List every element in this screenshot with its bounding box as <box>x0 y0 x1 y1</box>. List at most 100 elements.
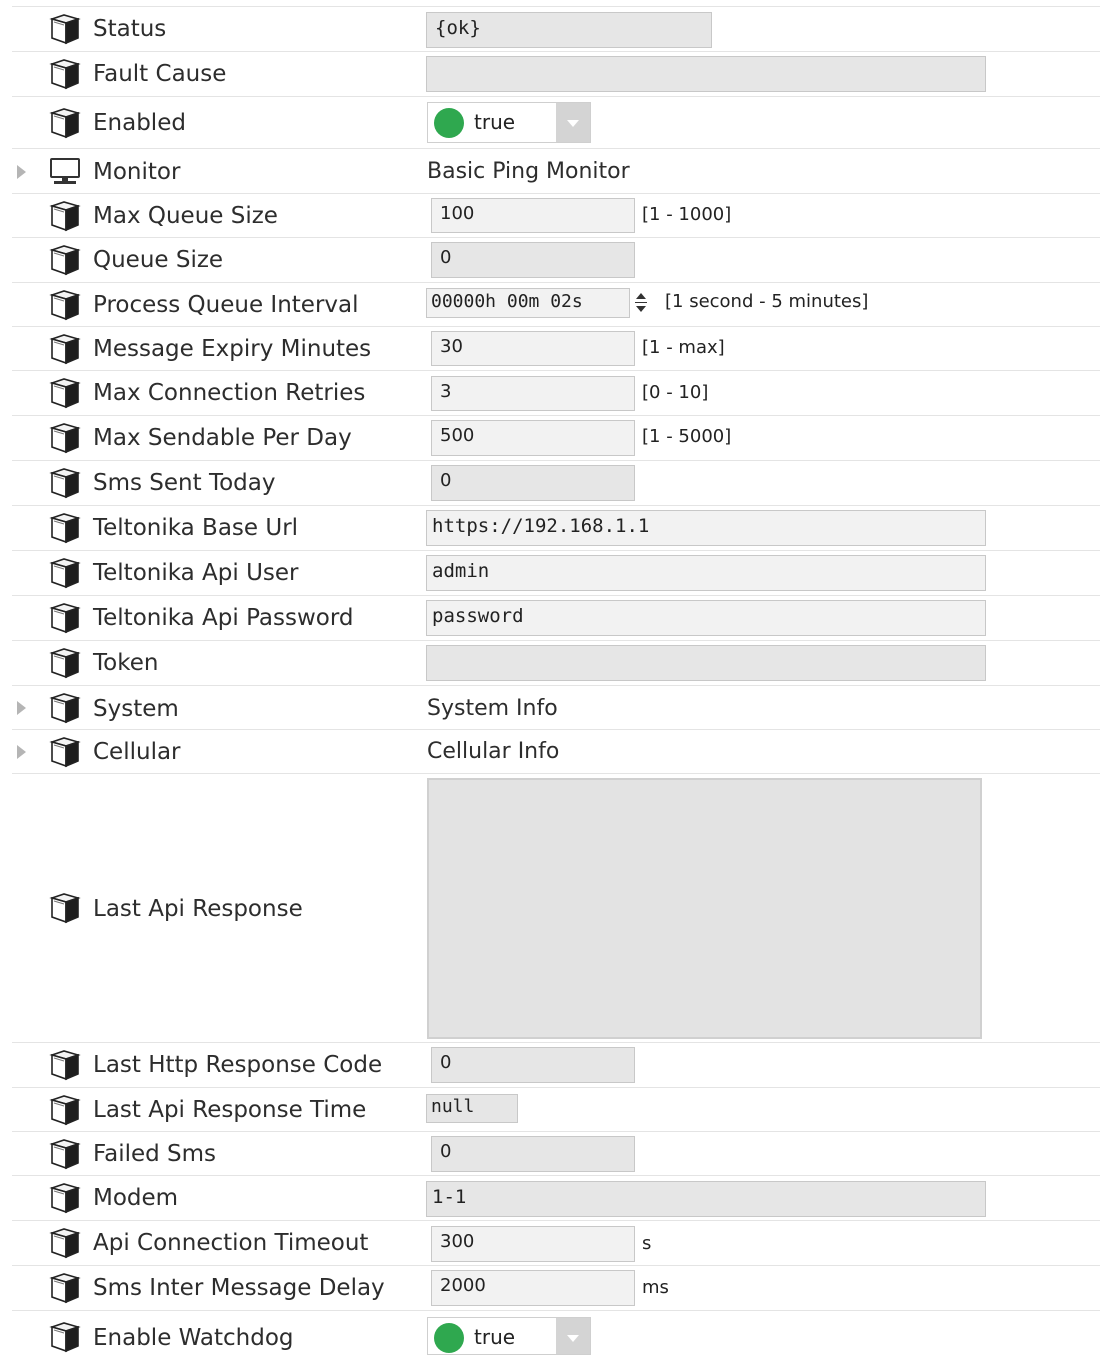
row-queue-size: Queue Size 0 <box>12 238 1100 283</box>
process-queue-interval-range: [1 second - 5 minutes] <box>665 291 869 312</box>
system-value: System Info <box>427 696 558 721</box>
enabled-dropdown[interactable]: true <box>427 102 591 143</box>
failed-sms-field: 0 <box>431 1136 635 1172</box>
teltonika-base-url-input[interactable]: https://192.168.1.1 <box>426 510 986 546</box>
row-teltonika-api-user: Teltonika Api User admin <box>12 551 1100 596</box>
message-expiry-minutes-input[interactable]: 30 <box>431 331 635 366</box>
property-slot-icon <box>48 1138 82 1170</box>
max-sendable-per-day-range: [1 - 5000] <box>642 426 732 447</box>
enable-watchdog-dropdown[interactable]: true <box>427 1317 591 1355</box>
max-queue-size-range: [1 - 1000] <box>642 204 732 225</box>
property-slot-icon <box>48 602 82 634</box>
property-slot-icon <box>48 58 82 90</box>
max-queue-size-input[interactable]: 100 <box>431 198 635 233</box>
expand-triangle-icon[interactable] <box>17 745 26 759</box>
property-slot-icon <box>48 557 82 589</box>
monitor-icon <box>48 155 82 187</box>
chevron-down-icon[interactable] <box>556 103 590 142</box>
row-last-http-response-code: Last Http Response Code 0 <box>12 1043 1100 1088</box>
expand-triangle-icon[interactable] <box>17 701 26 715</box>
row-api-connection-timeout: Api Connection Timeout 300 s <box>12 1221 1100 1266</box>
sms-sent-today-field: 0 <box>431 465 635 501</box>
status-label: Status <box>93 16 167 42</box>
status-field: {ok} <box>426 12 712 48</box>
row-enabled: Enabled true <box>12 97 1100 149</box>
row-status: Status {ok} <box>12 7 1100 52</box>
max-queue-size-label: Max Queue Size <box>93 203 278 229</box>
expand-triangle-icon[interactable] <box>17 165 26 179</box>
teltonika-api-password-label: Teltonika Api Password <box>93 605 354 631</box>
last-http-response-code-label: Last Http Response Code <box>93 1052 383 1078</box>
row-token: Token <box>12 641 1100 686</box>
row-fault-cause: Fault Cause <box>12 52 1100 97</box>
token-label: Token <box>93 650 159 676</box>
row-modem: Modem 1-1 <box>12 1176 1100 1221</box>
cellular-value: Cellular Info <box>427 739 560 764</box>
sms-inter-message-delay-label: Sms Inter Message Delay <box>93 1275 385 1301</box>
property-slot-icon <box>48 892 82 924</box>
property-slot-icon <box>48 1321 82 1353</box>
property-slot-icon <box>48 1094 82 1126</box>
teltonika-api-user-input[interactable]: admin <box>426 555 986 591</box>
row-monitor: Monitor Basic Ping Monitor <box>12 149 1100 194</box>
fault-cause-label: Fault Cause <box>93 61 227 87</box>
api-connection-timeout-input[interactable]: 300 <box>431 1226 635 1262</box>
property-slot-icon <box>48 1272 82 1304</box>
max-connection-retries-input[interactable]: 3 <box>431 376 635 411</box>
property-sheet: Status {ok} Fault Cause Enabled true Mon… <box>0 0 1100 1355</box>
row-cellular: Cellular Cellular Info <box>12 730 1100 774</box>
token-field <box>426 645 986 681</box>
api-connection-timeout-unit: s <box>642 1233 652 1254</box>
property-slot-icon <box>48 333 82 365</box>
property-slot-icon <box>48 422 82 454</box>
property-slot-icon <box>48 244 82 276</box>
property-slot-icon <box>48 13 82 45</box>
process-queue-interval-input[interactable]: 00000h 00m 02s <box>426 288 630 318</box>
last-api-response-time-field: null <box>426 1094 518 1123</box>
enable-watchdog-value: true <box>474 1325 516 1349</box>
status-ok-icon <box>434 108 464 138</box>
row-max-sendable-per-day: Max Sendable Per Day 500 [1 - 5000] <box>12 416 1100 461</box>
teltonika-base-url-label: Teltonika Base Url <box>93 515 299 541</box>
teltonika-api-user-label: Teltonika Api User <box>93 560 299 586</box>
property-slot-icon <box>48 512 82 544</box>
property-slot-icon <box>48 1049 82 1081</box>
row-max-queue-size: Max Queue Size 100 [1 - 1000] <box>12 194 1100 238</box>
last-api-response-textarea <box>427 778 982 1039</box>
max-connection-retries-label: Max Connection Retries <box>93 380 366 406</box>
max-connection-retries-range: [0 - 10] <box>642 382 709 403</box>
property-slot-icon <box>48 647 82 679</box>
last-http-response-code-field: 0 <box>431 1047 635 1083</box>
sms-inter-message-delay-input[interactable]: 2000 <box>431 1270 635 1306</box>
queue-size-label: Queue Size <box>93 247 224 273</box>
row-teltonika-base-url: Teltonika Base Url https://192.168.1.1 <box>12 506 1100 551</box>
row-last-api-response-time: Last Api Response Time null <box>12 1088 1100 1132</box>
system-label: System <box>93 696 179 722</box>
chevron-down-icon[interactable] <box>556 1318 590 1354</box>
cellular-label: Cellular <box>93 739 181 765</box>
enabled-label: Enabled <box>93 110 186 136</box>
message-expiry-minutes-range: [1 - max] <box>642 337 725 358</box>
enable-watchdog-label: Enable Watchdog <box>93 1325 294 1351</box>
modem-field: 1-1 <box>426 1181 986 1217</box>
top-divider <box>12 6 1100 7</box>
message-expiry-minutes-label: Message Expiry Minutes <box>93 336 372 362</box>
process-queue-interval-label: Process Queue Interval <box>93 292 359 318</box>
failed-sms-label: Failed Sms <box>93 1141 217 1167</box>
row-process-queue-interval: Process Queue Interval 00000h 00m 02s [1… <box>12 283 1100 327</box>
property-slot-icon <box>48 1182 82 1214</box>
row-sms-sent-today: Sms Sent Today 0 <box>12 461 1100 506</box>
sms-inter-message-delay-unit: ms <box>642 1277 669 1298</box>
last-api-response-label: Last Api Response <box>93 896 303 922</box>
queue-size-field: 0 <box>431 242 635 278</box>
property-slot-icon <box>48 107 82 139</box>
max-sendable-per-day-label: Max Sendable Per Day <box>93 425 352 451</box>
max-sendable-per-day-input[interactable]: 500 <box>431 420 635 456</box>
monitor-label: Monitor <box>93 159 181 185</box>
property-slot-icon <box>48 736 82 768</box>
api-connection-timeout-label: Api Connection Timeout <box>93 1230 369 1256</box>
spinner-arrows-icon[interactable] <box>634 291 648 317</box>
sms-sent-today-label: Sms Sent Today <box>93 470 276 496</box>
teltonika-api-password-input[interactable]: password <box>426 600 986 636</box>
enabled-value: true <box>474 110 516 134</box>
